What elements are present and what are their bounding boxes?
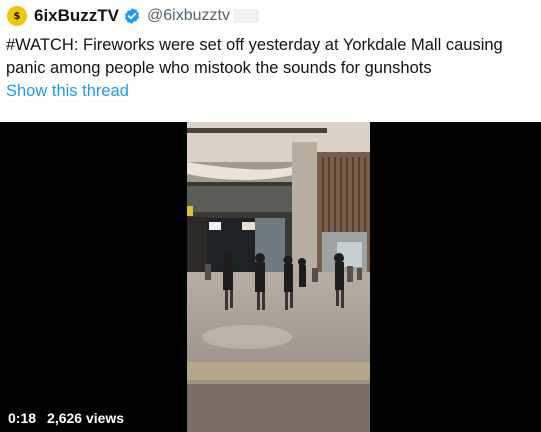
view-count: 2,626 views bbox=[47, 410, 125, 426]
video-time: 0:18 bbox=[8, 410, 37, 426]
handle[interactable]: @6ixbuzztv bbox=[147, 7, 230, 25]
avatar[interactable]: $ bbox=[7, 6, 27, 26]
avatar-glyph: $ bbox=[13, 10, 21, 22]
verified-badge-icon bbox=[124, 8, 140, 24]
show-thread-link[interactable]: Show this thread bbox=[6, 82, 129, 101]
video-frame[interactable] bbox=[187, 122, 370, 432]
redacted-region bbox=[232, 9, 259, 23]
video-stats: 0:18 2,626 views bbox=[8, 410, 124, 426]
video-player[interactable]: 0:18 2,626 views bbox=[0, 122, 541, 432]
display-name[interactable]: 6ixBuzzTV bbox=[34, 6, 119, 26]
tweet-header: $ 6ixBuzzTV @6ixbuzztv bbox=[7, 5, 259, 27]
mall-scene-image bbox=[187, 122, 370, 432]
tweet-text: #WATCH: Fireworks were set off yesterday… bbox=[6, 36, 503, 77]
